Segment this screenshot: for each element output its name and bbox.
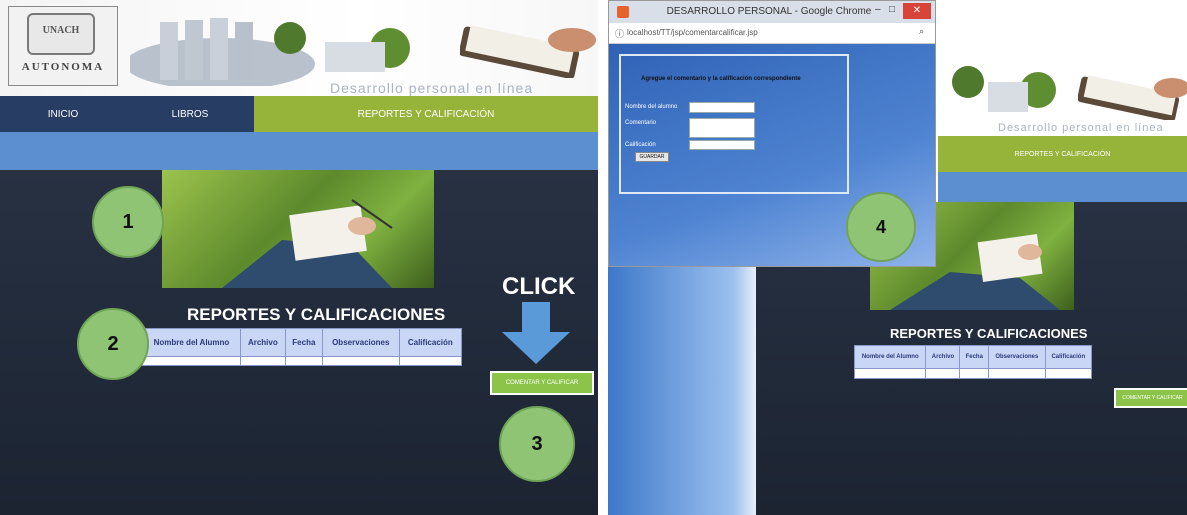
close-icon[interactable]: ✕ [903,3,931,19]
nav-reportes[interactable]: REPORTES Y CALIFICACIÓN [938,136,1187,172]
table-header-row: Nombre del Alumno Archivo Fecha Observac… [853,344,1093,370]
save-button[interactable]: GUARDAR [635,152,669,162]
col-archivo: Archivo [925,344,961,370]
step-1-marker: 1 [92,186,164,258]
right-screenshot: Desarrollo personal en línea REPORTES Y … [608,0,1187,515]
page-title: REPORTES Y CALIFICACIONES [890,326,1088,341]
chrome-app-icon [617,6,629,18]
form-heading: Agregue el comentario y la calificación … [641,76,801,82]
maximize-icon[interactable]: □ [889,4,895,15]
step-3-marker: 3 [499,406,575,482]
col-nombre: Nombre del Alumno [853,344,927,370]
down-arrow-icon [502,302,570,364]
university-logo: UNACH AUTONOMA [8,6,118,86]
table-row [853,368,1093,379]
table-cell [925,368,961,379]
step-2-marker: 2 [77,308,149,380]
header-banner: UNACH AUTONOMA Desarrollo personal en lí… [0,0,598,96]
table-cell [142,356,241,366]
col-fecha: Fecha [959,344,990,370]
table-cell [239,356,286,366]
table-cell [1044,368,1093,379]
col-calificacion: Calificación [398,327,463,358]
table-row [142,356,463,366]
table-cell [284,356,323,366]
col-archivo: Archivo [239,327,286,358]
comment-textarea[interactable] [689,118,755,138]
url-text: localhost/TT/jsp/comentarcalificar.jsp [627,28,758,37]
page-info-icon[interactable]: ⓘ [615,27,624,40]
table-header-row: Nombre del Alumno Archivo Fecha Observac… [142,327,463,358]
reports-table: Nombre del Alumno Archivo Fecha Observac… [853,344,1093,379]
seal-text: UNACH [42,25,80,36]
table-cell [398,356,463,366]
writing-photo [162,170,434,288]
campus-building-image [130,18,410,86]
photo-figure [222,199,393,288]
unach-seal-logo: UNACH [27,13,95,55]
label-grade: Calificación [625,142,656,148]
banner-subtitle: Desarrollo personal en línea [998,122,1164,134]
comment-grade-button[interactable]: COMENTAR Y CALIFICAR [490,371,594,395]
nav-inicio[interactable]: INICIO [0,96,126,132]
blue-band [0,132,598,170]
table-cell [959,368,990,379]
page-title: REPORTES Y CALIFICACIONES [187,305,446,324]
table-cell [988,368,1046,379]
col-observaciones: Observaciones [988,344,1046,370]
search-icon[interactable]: ⌕ [919,26,924,37]
window-titlebar: DESARROLLO PERSONAL - Google Chrome – □ … [609,1,935,23]
comment-form: Agregue el comentario y la calificación … [619,54,849,194]
left-screenshot: UNACH AUTONOMA Desarrollo personal en lí… [0,0,598,515]
col-nombre: Nombre del Alumno [142,327,241,358]
col-observaciones: Observaciones [321,327,400,358]
reports-table: Nombre del Alumno Archivo Fecha Observac… [142,327,463,366]
blue-band [938,172,1187,202]
table-cell [853,368,927,379]
table-cell [321,356,400,366]
banner-subtitle: Desarrollo personal en línea [330,80,534,96]
hand-writing-image [1078,75,1187,120]
student-name-input[interactable] [689,102,755,113]
step-4-marker: 4 [846,192,916,262]
click-annotation: CLICK [502,273,576,300]
label-comment: Comentario [625,120,657,126]
screenshot-divider [598,0,608,515]
grade-input[interactable] [689,140,755,150]
comment-grade-button[interactable]: COMENTAR Y CALIFICAR [1114,388,1187,408]
main-nav: REPORTES Y CALIFICACIÓN [938,136,1187,172]
window-title: DESARROLLO PERSONAL - Google Chrome [666,6,872,17]
hand-writing-image [460,25,596,78]
address-bar[interactable]: ⓘ localhost/TT/jsp/comentarcalificar.jsp… [609,23,935,44]
logo-word: AUTONOMA [21,61,105,73]
minimize-icon[interactable]: – [875,4,881,15]
nav-libros[interactable]: LIBROS [126,96,254,132]
col-calificacion: Calificación [1044,344,1093,370]
col-fecha: Fecha [284,327,323,358]
nav-reportes[interactable]: REPORTES Y CALIFICACIÓN [254,96,598,132]
campus-building-image [952,66,1056,112]
background-gradient [608,265,756,515]
main-nav: INICIO LIBROS REPORTES Y CALIFICACIÓN [0,96,598,132]
label-student-name: Nombre del alumno [625,104,678,110]
